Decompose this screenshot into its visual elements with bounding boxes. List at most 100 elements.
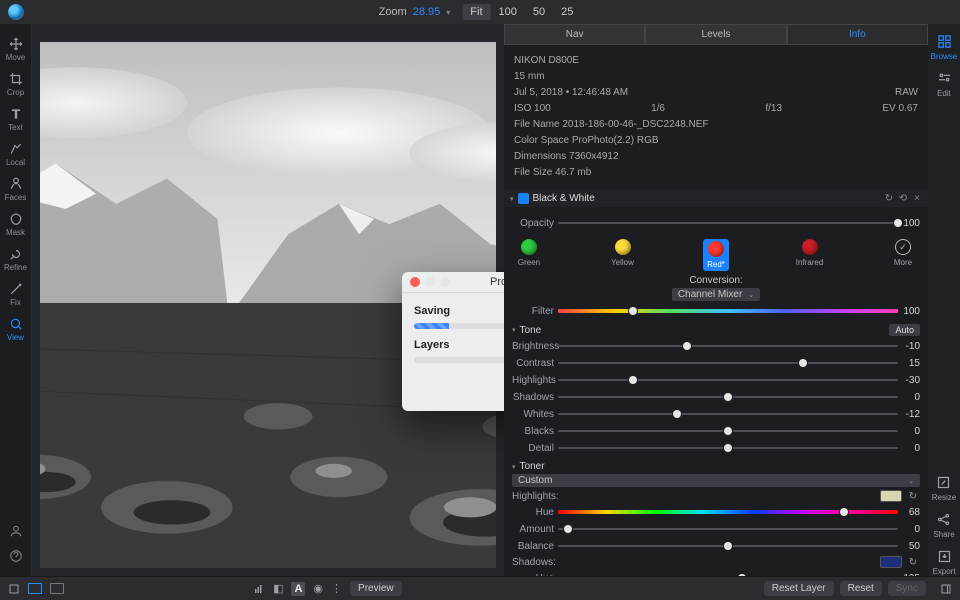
zoom-label: Zoom [379,6,407,18]
info-block: NIKON D800E 15 mm Jul 5, 2018 • 12:46:48… [504,45,928,190]
filter-controls[interactable]: Opacity 100 Green Yellow Red* Infrared M… [504,207,928,576]
tab-levels[interactable]: Levels [645,24,786,45]
mode-browse[interactable]: Browse [931,34,958,61]
shadows-reset-icon[interactable]: ↻ [906,557,920,568]
panel-toggle-icon[interactable] [940,583,952,595]
app-logo [8,4,24,20]
reset-layer-button[interactable]: Reset Layer [764,581,834,596]
tool-export[interactable]: Export [932,549,955,576]
tab-nav[interactable]: Nav [504,24,645,45]
color-red[interactable]: Red* [703,239,729,271]
filter-enable-icon[interactable] [518,193,529,204]
section-tone[interactable]: ▾ToneAuto [512,324,920,336]
saving-label: Saving [414,305,504,317]
conversion-select[interactable]: Channel Mixer⌄ [672,288,760,301]
info-tabs: Nav Levels Info [504,24,928,45]
highlights-swatch[interactable] [880,490,902,502]
right-panel: Nav Levels Info NIKON D800E 15 mm Jul 5,… [504,24,928,576]
highlights-hue-slider[interactable] [558,505,898,519]
tool-text[interactable]: Text [1,104,31,135]
zoom-control: Zoom 28.95 ▾ Fit 100 50 25 [379,4,582,20]
tone-highlights-slider[interactable] [558,373,898,387]
help-icon[interactable] [9,549,23,566]
clip-shadow-icon[interactable]: ◧ [273,582,283,595]
dialog-title: Progress [402,276,504,288]
filter-slider[interactable] [558,304,898,318]
tone-blacks-slider[interactable] [558,424,898,438]
conversion-label: Conversion: [689,275,742,286]
zoom-tabs: Fit 100 50 25 [462,4,581,20]
mode-edit[interactable]: Edit [937,71,952,98]
tool-resize[interactable]: Resize [932,475,956,502]
iso: ISO 100 [514,101,551,117]
soft-proof-icon[interactable]: ◉ [313,582,323,595]
tone-shadows-slider[interactable] [558,390,898,404]
zoom-tab-100[interactable]: 100 [491,4,525,20]
tool-fix[interactable]: Fix [1,279,31,310]
zoom-tab-50[interactable]: 50 [525,4,553,20]
shadows-swatch[interactable] [880,556,902,568]
section-toner[interactable]: ▾Toner [512,461,920,472]
progress-dialog: Progress Saving Layers Cancel [402,272,504,411]
user-icon[interactable] [9,524,23,541]
tone-whites-slider[interactable] [558,407,898,421]
capture-datetime: Jul 5, 2018 • 12:46:48 AM [514,85,628,101]
camera-model: NIKON D800E [514,53,918,69]
tool-faces[interactable]: Faces [1,174,31,205]
filter-close-icon[interactable]: × [912,193,922,204]
shadows-hue-slider[interactable] [558,571,898,576]
tone-brightness-slider[interactable] [558,339,898,353]
sync-button[interactable]: Sync [888,581,926,596]
view-mode-single[interactable] [28,583,42,594]
tab-info[interactable]: Info [787,24,928,45]
preview-button[interactable]: Preview [350,581,402,596]
tool-move[interactable]: Move [1,34,31,65]
tool-view[interactable]: View [1,314,31,345]
dimensions: 7360x4912 [569,151,619,162]
file-size: 46.7 mb [555,167,591,178]
color-green[interactable]: Green [516,239,542,271]
layout-icon[interactable] [8,583,20,595]
tone-detail-slider[interactable] [558,441,898,455]
filter-reset-icon[interactable]: ⟲ [898,193,908,204]
clip-highlight-icon[interactable]: A [291,582,305,596]
tool-crop[interactable]: Crop [1,69,31,100]
more-icon[interactable]: ⋮ [331,582,342,595]
zoom-tab-25[interactable]: 25 [553,4,581,20]
tone-contrast-slider[interactable] [558,356,898,370]
tool-refine[interactable]: Refine [1,244,31,275]
color-more[interactable]: More [890,239,916,271]
color-space: ProPhoto(2.2) RGB [572,135,659,146]
file-name: 2018-186-00-46-_DSC2248.NEF [562,119,708,130]
zoom-tab-fit[interactable]: Fit [462,4,490,20]
layers-label: Layers [414,339,504,351]
focal-length: 15 mm [514,69,918,85]
canvas-area[interactable]: Progress Saving Layers Cancel [32,24,504,576]
filter-header[interactable]: ▾ Black & White ↻ ⟲ × [504,190,928,207]
tool-local[interactable]: Local [1,139,31,170]
opacity-slider[interactable] [558,216,898,230]
raw-badge: RAW [895,85,918,101]
zoom-value[interactable]: 28.95 [413,6,441,18]
saving-progress [414,323,504,329]
tool-mask[interactable]: Mask [1,209,31,240]
chevron-down-icon[interactable]: ▾ [510,195,514,203]
left-toolbar: Move Crop Text Local Faces Mask Refine F… [0,24,32,576]
view-mode-compare[interactable] [50,583,64,594]
highlights-reset-icon[interactable]: ↻ [906,491,920,502]
color-filter-tabs: Green Yellow Red* Infrared More [512,233,920,273]
color-infrared[interactable]: Infrared [797,239,823,271]
dialog-titlebar[interactable]: Progress [402,272,504,293]
tool-share[interactable]: Share [933,512,954,539]
auto-button[interactable]: Auto [889,324,920,336]
right-toolbar: Browse Edit Resize Share Export [928,24,960,576]
reset-button[interactable]: Reset [840,581,882,596]
highlights-balance-slider[interactable] [558,539,898,553]
highlights-amount-slider[interactable] [558,522,898,536]
chevron-down-icon[interactable]: ▾ [446,8,450,17]
color-yellow[interactable]: Yellow [610,239,636,271]
toner-preset-select[interactable]: Custom⌄ [512,474,920,487]
filter-refresh-icon[interactable]: ↻ [884,193,894,204]
bottom-bar: ◧ A ◉ ⋮ Preview Reset Layer Reset Sync [0,576,960,600]
histogram-icon[interactable] [253,583,265,595]
